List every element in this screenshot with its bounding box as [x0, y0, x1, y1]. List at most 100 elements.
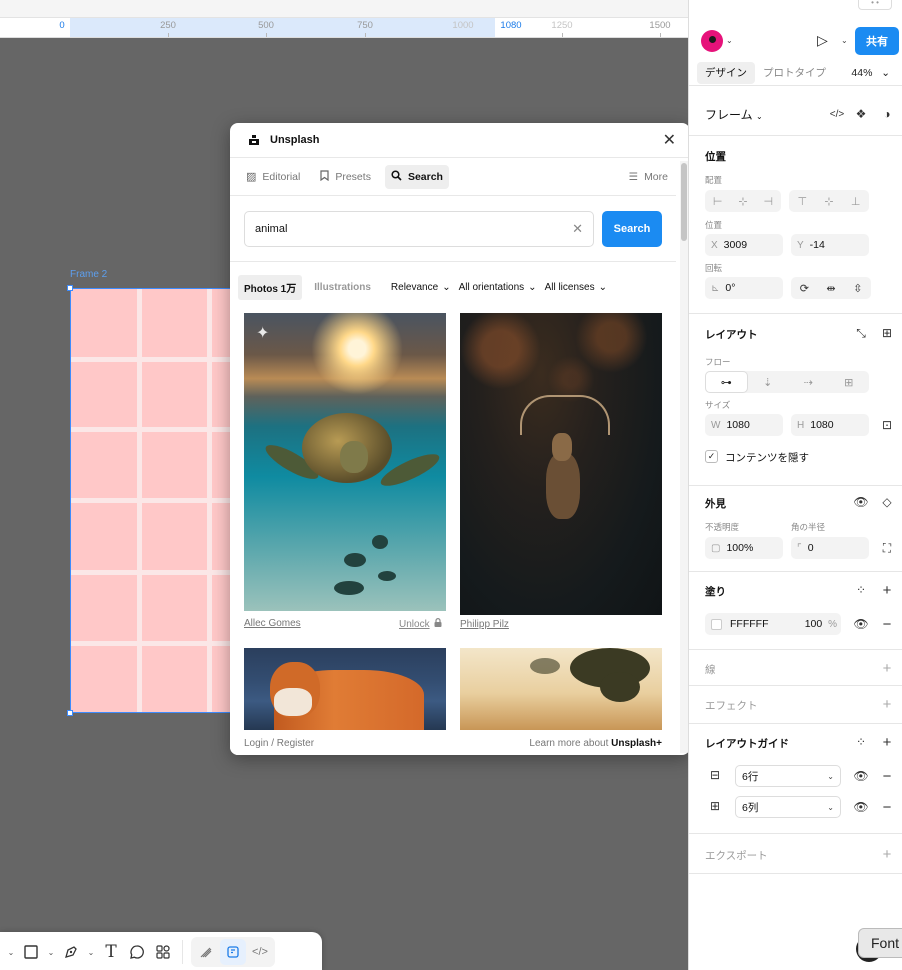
y-field[interactable]: Y -14: [791, 234, 869, 256]
add-effect-icon[interactable]: +: [877, 694, 897, 714]
contrast-icon[interactable]: ◑: [877, 104, 897, 124]
styles-icon[interactable]: ⁘: [851, 580, 871, 600]
width-field[interactable]: W 1080: [705, 414, 783, 436]
draw-icon[interactable]: [193, 939, 219, 965]
pen-icon[interactable]: [58, 939, 84, 965]
eye-icon[interactable]: 👁: [851, 492, 871, 512]
add-stroke-icon[interactable]: +: [877, 658, 897, 678]
grid-flow-icon[interactable]: ⊞: [829, 371, 870, 393]
add-export-icon[interactable]: +: [877, 844, 897, 864]
close-icon[interactable]: ✕: [663, 130, 676, 150]
font-pill-button[interactable]: Font: [858, 928, 902, 958]
remove-guide-icon[interactable]: −: [877, 766, 897, 786]
layout-guide-title: レイアウトガイド: [705, 738, 789, 750]
comment-icon[interactable]: [124, 939, 150, 965]
share-button[interactable]: 共有: [855, 27, 899, 55]
remove-guide-icon[interactable]: −: [877, 797, 897, 817]
clip-content-checkbox[interactable]: ✓: [705, 450, 718, 463]
align-bottom-icon[interactable]: ⊥: [842, 190, 869, 212]
frame-label[interactable]: Frame 2: [70, 269, 107, 280]
login-register-link[interactable]: Login / Register: [244, 738, 314, 749]
eye-icon[interactable]: 👁: [851, 614, 871, 634]
learn-more-link[interactable]: Learn more about Unsplash+: [529, 738, 662, 749]
pos-label: 位置: [705, 220, 723, 230]
tab-presets[interactable]: Presets: [314, 165, 377, 189]
resize-to-fit-icon[interactable]: ⊡: [877, 415, 897, 435]
plugin-scrollbar[interactable]: [680, 161, 688, 753]
height-field[interactable]: H 1080: [791, 414, 869, 436]
resize-handle[interactable]: [67, 710, 73, 716]
chevron-down-icon[interactable]: ⌄: [841, 36, 848, 45]
opacity-field[interactable]: ▢ 100%: [705, 537, 783, 559]
chevron-down-icon[interactable]: ⌄: [726, 36, 733, 45]
vertical-flow-icon[interactable]: ⇣: [748, 371, 789, 393]
align-middle-icon[interactable]: ⊹: [816, 190, 843, 212]
illustrations-filter-chip[interactable]: Illustrations: [308, 277, 377, 298]
photo-branches[interactable]: [460, 648, 662, 730]
search-input[interactable]: animal ✕: [244, 210, 594, 247]
tab-design[interactable]: デザイン: [697, 62, 755, 84]
design-mode-icon[interactable]: [220, 939, 246, 965]
flip-vertical-icon[interactable]: ⇳: [844, 277, 871, 299]
photo-fox[interactable]: [244, 648, 446, 730]
more-menu-button[interactable]: ☰ More: [629, 171, 668, 183]
photos-filter-chip[interactable]: Photos 1万: [238, 274, 303, 300]
text-icon[interactable]: T: [98, 939, 124, 965]
clear-icon[interactable]: ✕: [572, 221, 583, 237]
blend-mode-icon[interactable]: ◇: [877, 492, 897, 512]
photo-author-link[interactable]: Philipp Pilz: [460, 619, 509, 630]
photo-author-link[interactable]: Allec Gomes: [244, 618, 301, 629]
flip-horizontal-icon[interactable]: ⇹: [818, 277, 845, 299]
frame-type-dropdown[interactable]: フレーム ⌄: [705, 106, 763, 123]
x-field[interactable]: X 3009: [705, 234, 783, 256]
chevron-down-icon[interactable]: ⌄: [44, 939, 58, 965]
independent-corners-icon[interactable]: ⛶: [877, 538, 897, 558]
relevance-dropdown[interactable]: Relevance ⌄: [391, 282, 451, 293]
align-top-icon[interactable]: ⊤: [789, 190, 816, 212]
horizontal-flow-icon[interactable]: ⇢: [788, 371, 829, 393]
align-left-icon[interactable]: ⊢: [705, 190, 730, 212]
photo-deer[interactable]: [460, 313, 662, 615]
rectangle-icon[interactable]: [18, 939, 44, 965]
resize-handle[interactable]: [67, 285, 73, 291]
zoom-dropdown[interactable]: 44% ⌄: [851, 62, 890, 84]
rows-select[interactable]: 6行 ⌄: [735, 765, 841, 787]
code-icon[interactable]: </>: [827, 104, 847, 124]
remove-fill-icon[interactable]: −: [877, 614, 897, 634]
scrollbar-thumb[interactable]: [681, 163, 687, 241]
columns-select[interactable]: 6列 ⌄: [735, 796, 841, 818]
components-icon[interactable]: [150, 939, 176, 965]
freeform-icon[interactable]: ⊶: [705, 371, 748, 393]
avatar[interactable]: [701, 30, 723, 52]
canvas-frame[interactable]: [70, 288, 245, 713]
add-guide-icon[interactable]: +: [877, 732, 897, 752]
styles-icon[interactable]: ⁘: [851, 732, 871, 752]
tab-search[interactable]: Search: [384, 164, 449, 189]
fill-opacity[interactable]: 100 %: [805, 618, 841, 630]
eye-icon[interactable]: 👁: [851, 766, 871, 786]
rotation-field[interactable]: ⊾ 0°: [705, 277, 783, 299]
rotate-icon[interactable]: ⟳: [791, 277, 818, 299]
chevron-down-icon[interactable]: ⌄: [4, 939, 18, 965]
fill-swatch[interactable]: [711, 618, 722, 630]
add-fill-icon[interactable]: +: [877, 580, 897, 600]
orientation-dropdown[interactable]: All orientations ⌄: [459, 282, 537, 293]
align-right-icon[interactable]: ⊣: [756, 190, 781, 212]
align-center-icon[interactable]: ⊹: [730, 190, 755, 212]
radius-field[interactable]: ⌜ 0: [791, 537, 869, 559]
eye-icon[interactable]: 👁: [851, 797, 871, 817]
component-icon[interactable]: ❖: [851, 104, 871, 124]
collapse-icon[interactable]: ⤡: [851, 323, 871, 343]
layout-options-icon[interactable]: ⊞: [877, 323, 897, 343]
window-control[interactable]: • •: [858, 0, 892, 10]
search-button[interactable]: Search: [602, 210, 662, 247]
unlock-link[interactable]: Unlock: [399, 618, 442, 630]
chevron-down-icon[interactable]: ⌄: [84, 939, 98, 965]
photo-sea-turtle[interactable]: ✦: [244, 313, 446, 611]
tab-prototype[interactable]: プロトタイプ: [755, 62, 834, 84]
fill-color-field[interactable]: FFFFFF 100 %: [705, 613, 841, 635]
tab-editorial[interactable]: ▨ Editorial: [240, 165, 306, 189]
licenses-dropdown[interactable]: All licenses ⌄: [545, 282, 607, 293]
play-icon[interactable]: ▷: [817, 32, 828, 49]
code-icon[interactable]: </>: [247, 939, 273, 965]
